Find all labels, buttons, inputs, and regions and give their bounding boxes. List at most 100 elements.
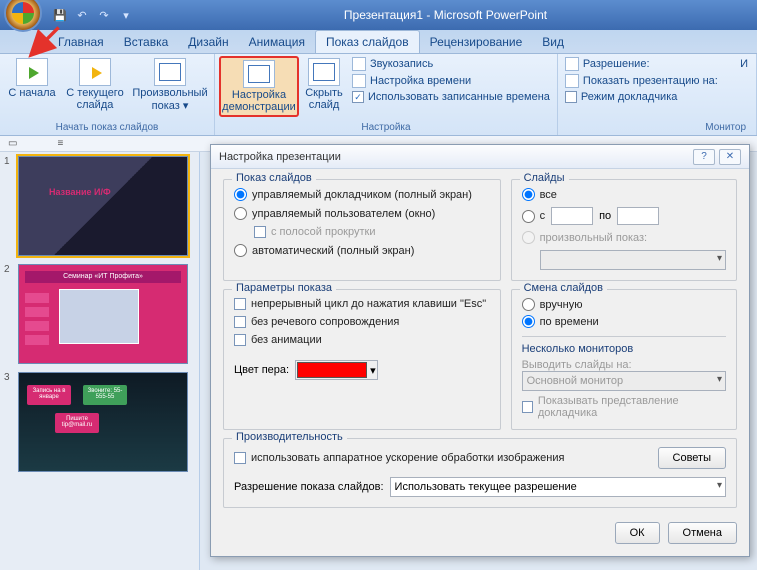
mic-icon: [352, 57, 366, 71]
fieldset-legend: Смена слайдов: [520, 282, 607, 294]
loop-checkbox[interactable]: непрерывный цикл до нажатия клавиши "Esc…: [234, 298, 490, 310]
use-timings-checkbox[interactable]: ✓Использовать записанные времена: [349, 90, 553, 104]
save-icon[interactable]: 💾: [52, 7, 68, 23]
tab-animation[interactable]: Анимация: [239, 31, 315, 53]
dialog-title: Настройка презентации: [219, 151, 341, 163]
slide-number: 1: [4, 156, 14, 256]
play-icon: [16, 58, 48, 86]
play-current-icon: [79, 58, 111, 86]
checkbox-icon: ✓: [352, 91, 364, 103]
scrollbar-checkbox: с полосой прокрутки: [234, 226, 490, 238]
btn-label: Произвольный показ ▾: [132, 87, 208, 112]
slide-thumbnails-pane: 1 Название И/Ф 2 Семинар «ИТ Профита» 3 …: [0, 152, 200, 570]
presenter-view-checkbox: Показывать представление докладчика: [522, 395, 726, 419]
record-audio-button[interactable]: Звукозапись: [349, 56, 553, 72]
fieldset-legend: Слайды: [520, 172, 569, 184]
ribbon-tabs: Главная Вставка Дизайн Анимация Показ сл…: [0, 30, 757, 54]
dropdown-icon: ▾: [370, 364, 376, 377]
radio-kiosk[interactable]: автоматический (полный экран): [234, 244, 490, 257]
checkbox-icon: [234, 452, 246, 464]
outline-tab-icon[interactable]: ≡: [57, 138, 63, 149]
advance-monitors-fieldset: Смена слайдов вручную по времени Несколь…: [511, 289, 737, 430]
radio-manual[interactable]: вручную: [522, 298, 726, 311]
display-on-label: Выводить слайды на:: [522, 359, 632, 371]
radio-from-to[interactable]: с: [522, 210, 546, 223]
rehearse-timings-button[interactable]: Настройка времени: [349, 73, 553, 89]
resolution-combo[interactable]: Использовать текущее разрешение: [390, 477, 726, 497]
resolution-row[interactable]: Разрешение:: [562, 56, 721, 72]
qat-more-icon[interactable]: ▾: [118, 7, 134, 23]
no-animation-checkbox[interactable]: без анимации: [234, 334, 490, 346]
custom-show-button[interactable]: Произвольный показ ▾: [130, 56, 210, 114]
ok-button[interactable]: ОК: [615, 522, 660, 544]
group-title: Настройка: [219, 121, 553, 135]
no-narration-checkbox[interactable]: без речевого сопровождения: [234, 316, 490, 328]
fieldset-legend: Показ слайдов: [232, 172, 316, 184]
radio-timings[interactable]: по времени: [522, 315, 726, 328]
from-spinner[interactable]: [551, 207, 593, 225]
fieldset-legend: Параметры показа: [232, 282, 336, 294]
checkbox-icon: [254, 226, 266, 238]
tips-button[interactable]: Советы: [658, 447, 726, 469]
tab-review[interactable]: Рецензирование: [420, 31, 533, 53]
monitor-combo: Основной монитор: [522, 371, 726, 391]
slide2-arrow: [25, 321, 49, 331]
undo-icon[interactable]: ↶: [74, 7, 90, 23]
hw-accel-checkbox[interactable]: использовать аппаратное ускорение обрабо…: [234, 452, 564, 464]
radio-presenter[interactable]: управляемый докладчиком (полный экран): [234, 188, 490, 201]
btn-label: Настройка демонстрации: [222, 89, 296, 113]
slide-thumb-1[interactable]: Название И/Ф: [18, 156, 188, 256]
setup-slideshow-button[interactable]: Настройка демонстрации: [219, 56, 299, 117]
radio-all-slides[interactable]: все: [522, 188, 726, 201]
slides-tab-icon[interactable]: ▭: [8, 138, 17, 149]
checkbox-icon: [234, 298, 246, 310]
slide2-window-graphic: [59, 289, 139, 344]
thumb-row: 3 Запись на в январе Звоните: 55-555-55 …: [4, 372, 195, 472]
tab-insert[interactable]: Вставка: [114, 31, 179, 53]
setup-dialog: Настройка презентации ? ✕ Показ слайдов …: [210, 144, 750, 557]
slide1-title: Название И/Ф: [49, 187, 111, 197]
setup-icon: [243, 60, 275, 88]
close-button[interactable]: ✕: [719, 149, 741, 165]
thumb-row: 2 Семинар «ИТ Профита»: [4, 264, 195, 364]
group-setup: Настройка демонстрации Скрыть слайд Звук…: [215, 54, 558, 135]
cancel-button[interactable]: Отмена: [668, 522, 737, 544]
radio-custom-show: произвольный показ:: [522, 231, 726, 244]
ribbon: С начала С текущего слайда Произвольный …: [0, 54, 757, 136]
dialog-buttons: ОК Отмена: [223, 516, 737, 544]
slides-range-fieldset: Слайды все с по произвольный показ:: [511, 179, 737, 281]
pen-color-swatch: [297, 362, 367, 378]
group-start-slideshow: С начала С текущего слайда Произвольный …: [0, 54, 215, 135]
slide-thumb-2[interactable]: Семинар «ИТ Профита»: [18, 264, 188, 364]
redo-icon[interactable]: ↷: [96, 7, 112, 23]
hide-slide-icon: [308, 58, 340, 86]
presenter-view-checkbox[interactable]: Режим докладчика: [562, 90, 721, 104]
btn-label: Скрыть слайд: [303, 87, 345, 111]
monitor-icon: [565, 57, 579, 71]
tab-home[interactable]: Главная: [48, 31, 114, 53]
tab-design[interactable]: Дизайн: [178, 31, 238, 53]
btn-label: С начала: [8, 87, 55, 99]
pen-color-label: Цвет пера:: [234, 364, 289, 376]
checkbox-icon: [234, 334, 246, 346]
checkbox-icon: [565, 91, 577, 103]
office-button[interactable]: [4, 0, 42, 32]
pen-color-picker[interactable]: ▾: [295, 360, 378, 380]
radio-browsed[interactable]: управляемый пользователем (окно): [234, 207, 490, 220]
help-button[interactable]: ?: [693, 149, 715, 165]
show-on-row[interactable]: Показать презентацию на:: [562, 73, 721, 89]
thumb-row: 1 Название И/Ф: [4, 156, 195, 256]
to-spinner[interactable]: [617, 207, 659, 225]
slide3-box: Пишите tip@mail.ru: [55, 413, 99, 433]
slide-number: 2: [4, 264, 14, 364]
slide-thumb-3[interactable]: Запись на в январе Звоните: 55-555-55 Пи…: [18, 372, 188, 472]
hide-slide-button[interactable]: Скрыть слайд: [301, 56, 347, 113]
custom-show-icon: [154, 58, 186, 86]
to-label: по: [599, 210, 611, 222]
window-title: Презентация1 - Microsoft PowerPoint: [134, 8, 757, 22]
tab-slideshow[interactable]: Показ слайдов: [315, 30, 420, 53]
tab-view[interactable]: Вид: [532, 31, 574, 53]
group-title: Начать показ слайдов: [4, 121, 210, 135]
from-current-button[interactable]: С текущего слайда: [62, 56, 128, 113]
from-beginning-button[interactable]: С начала: [4, 56, 60, 101]
